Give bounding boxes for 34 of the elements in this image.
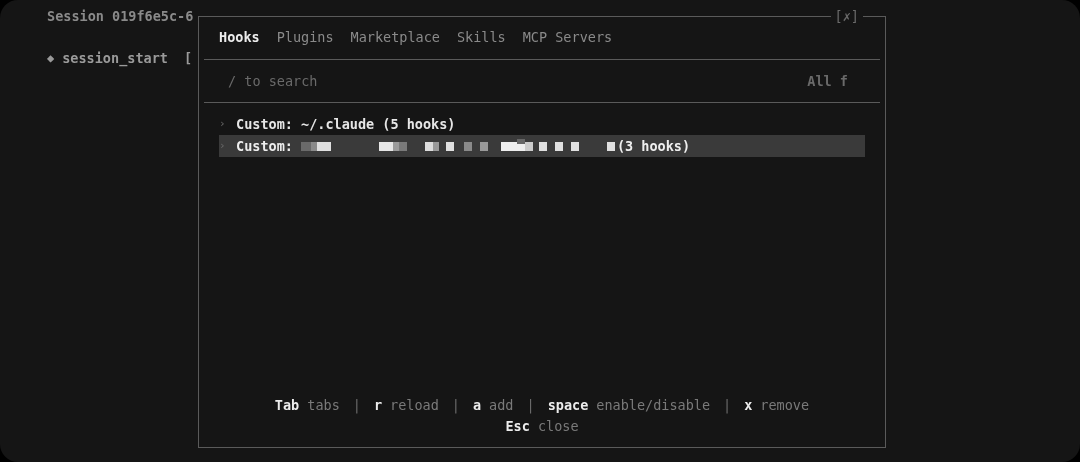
- chevron-icon: ›: [219, 115, 228, 133]
- shortcut-key: x: [744, 395, 753, 416]
- tab[interactable]: MCP Servers: [522, 27, 613, 59]
- search-field[interactable]: / to search: [228, 70, 528, 92]
- shortcut-key: Esc: [505, 416, 530, 437]
- tab[interactable]: Marketplace: [350, 27, 440, 59]
- session-title: Session 019f6e5c-6: [47, 7, 194, 26]
- separator-text: |: [451, 396, 460, 416]
- list-row[interactable]: › Custom: (3 hooks): [219, 135, 865, 157]
- shortcut-key: space: [547, 395, 589, 416]
- tab[interactable]: Plugins: [276, 27, 334, 59]
- tab[interactable]: Skills: [456, 27, 506, 59]
- bracket-text: [: [183, 49, 193, 68]
- separator-text: |: [723, 396, 732, 416]
- shortcut-key: a: [472, 395, 482, 416]
- group-label: (3 hooks): [616, 136, 691, 156]
- shortcut-key: r: [373, 395, 383, 416]
- diamond-icon: ◆: [47, 48, 55, 68]
- tab[interactable]: Hooks: [219, 27, 260, 59]
- separator-text: |: [352, 396, 361, 416]
- chevron-icon: ›: [219, 137, 228, 155]
- shortcut-key: Tab: [274, 395, 300, 416]
- shortcut-action: remove: [760, 396, 810, 415]
- list-row[interactable]: › Custom: ~/.claude (5 hooks): [219, 113, 865, 135]
- shortcut-action: reload: [390, 396, 439, 415]
- shortcut-action: close: [537, 417, 579, 436]
- group-label: Custom: ~/.claude (5 hooks): [236, 114, 456, 134]
- shortcut-action: enable/disable: [596, 396, 711, 415]
- shortcut-action: tabs: [307, 396, 340, 415]
- filter-label: All f: [807, 71, 848, 91]
- separator-text: |: [526, 396, 535, 416]
- group-label: Custom:: [236, 136, 293, 156]
- shortcut-action: add: [489, 396, 514, 415]
- event-name: session_start: [62, 49, 168, 68]
